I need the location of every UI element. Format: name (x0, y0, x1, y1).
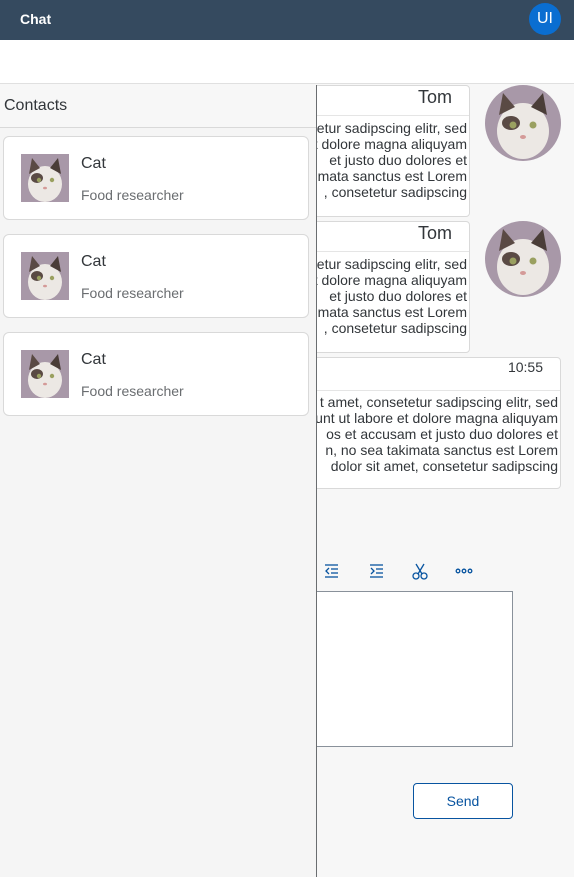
contact-role: Food researcher (81, 383, 184, 399)
message-time: 10:55 (507, 359, 543, 375)
message-divider (291, 115, 469, 116)
avatar (485, 85, 561, 161)
chat-message: Tom etur sadipscing elitr, sed t dolore … (290, 221, 470, 353)
contacts-header: Contacts (0, 85, 316, 128)
send-button[interactable]: Send (413, 783, 513, 819)
contacts-title: Contacts (4, 97, 68, 114)
contact-name: Cat (81, 351, 106, 368)
contact-card[interactable]: Cat Food researcher (3, 234, 309, 318)
cut-icon[interactable] (409, 560, 431, 582)
message-editor[interactable] (300, 591, 513, 747)
contact-avatar (21, 350, 69, 398)
message-text: t amet, consetetur sadipscing elitr, sed… (315, 394, 558, 474)
app-title: Chat (20, 11, 52, 27)
chat-message: Tom etur sadipscing elitr, sed t dolore … (290, 85, 470, 217)
indent-icon[interactable] (365, 560, 387, 582)
message-author: Tom (417, 223, 452, 243)
contact-card[interactable]: Cat Food researcher (3, 136, 309, 220)
user-avatar-button[interactable]: UI (529, 3, 561, 35)
message-divider (291, 390, 560, 391)
avatar (485, 221, 561, 297)
contact-role: Food researcher (81, 285, 184, 301)
contact-name: Cat (81, 155, 106, 172)
outdent-icon[interactable] (320, 560, 342, 582)
formatting-toolbar (318, 560, 488, 582)
message-text: etur sadipscing elitr, sed t dolore magn… (313, 120, 467, 200)
contact-avatar (21, 154, 69, 202)
contact-avatar (21, 252, 69, 300)
contact-role: Food researcher (81, 187, 184, 203)
contact-card[interactable]: Cat Food researcher (3, 332, 309, 416)
message-author: Tom (417, 87, 452, 107)
message-divider (291, 251, 469, 252)
contacts-panel: Contacts Cat Food researcher Cat Food re… (0, 85, 317, 877)
message-text: etur sadipscing elitr, sed t dolore magn… (313, 256, 467, 336)
more-icon[interactable] (453, 560, 475, 582)
shell-bar: Chat UI (0, 0, 574, 40)
chat-message: 10:55 t amet, consetetur sadipscing elit… (290, 357, 561, 489)
sub-header (0, 40, 574, 84)
contact-name: Cat (81, 253, 106, 270)
